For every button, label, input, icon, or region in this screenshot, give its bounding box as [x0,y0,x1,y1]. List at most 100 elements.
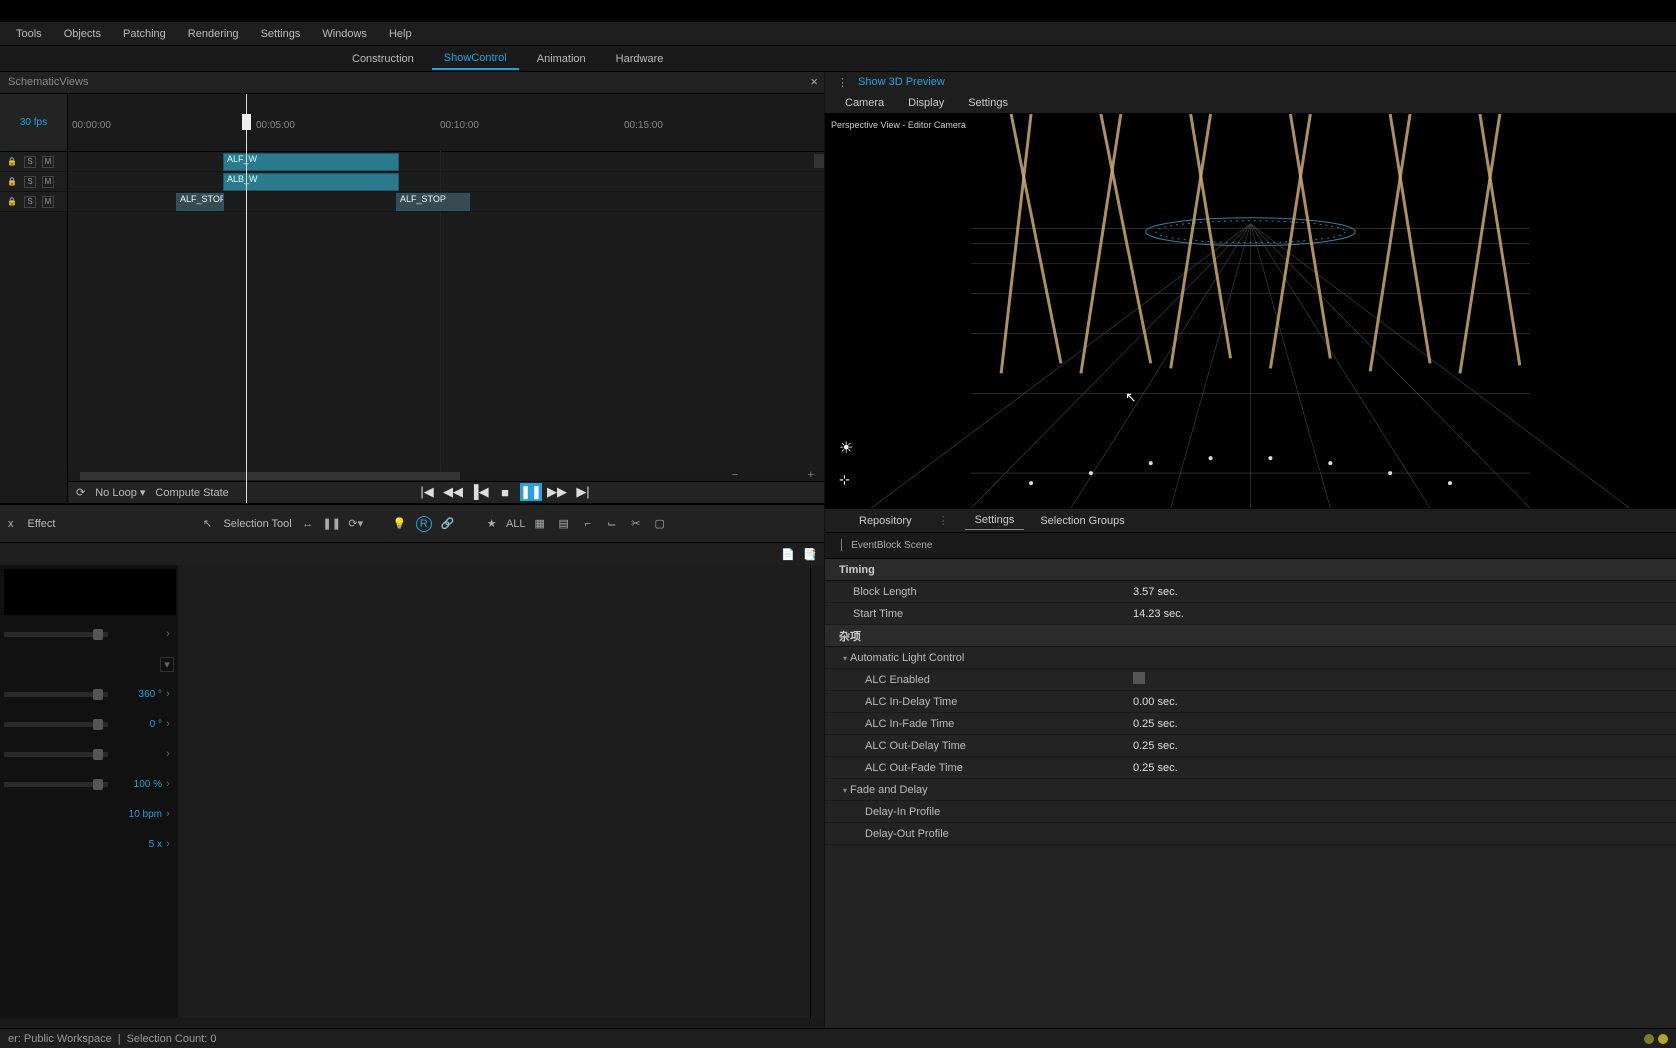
grid-icon[interactable]: ▦ [532,516,548,532]
prop-value[interactable]: 14.23 sec. [1125,608,1676,620]
goto-end-icon[interactable]: ▶| [572,483,594,501]
tab-selection-groups[interactable]: Selection Groups [1030,512,1134,530]
tab-construction[interactable]: Construction [340,49,426,69]
timeline-clip[interactable]: ALB_W [223,173,399,191]
section-timing[interactable]: Timing [825,559,1676,581]
loop-mode[interactable]: No Loop ▾ [95,486,145,499]
tab-animation[interactable]: Animation [525,49,598,69]
align-bottom-icon[interactable]: ⌙ [604,516,620,532]
lock-icon[interactable]: 🔒 [6,176,18,188]
compute-state[interactable]: Compute State [155,487,228,499]
slider-value[interactable]: 10 bpm [112,809,162,820]
solo-toggle[interactable]: S [24,176,36,188]
tab-stub[interactable]: x [8,518,14,530]
tab-repository[interactable]: Repository [849,512,922,530]
grid2-icon[interactable]: ▤ [556,516,572,532]
menu-objects[interactable]: Objects [54,25,111,43]
menu-settings[interactable]: Settings [251,25,311,43]
solo-toggle[interactable]: S [24,156,36,168]
mute-toggle[interactable]: M [42,176,54,188]
star-icon[interactable]: ★ [484,516,500,532]
crumb-item[interactable]: EventBlock Scene [851,540,932,551]
tab-prop-settings[interactable]: Settings [965,511,1025,530]
time-ruler[interactable]: 00:00:00 00:05:00 00:10:00 00:15:00 [68,94,824,152]
menu-windows[interactable]: Windows [312,25,377,43]
pause-icon[interactable]: ❚❚ [324,516,340,532]
timeline-clip[interactable]: ALF_STOP [396,193,470,211]
timeline-clip[interactable]: ALF_STOP [176,193,224,211]
v-scroll-handle[interactable] [814,154,824,168]
prop-label[interactable]: ▾Automatic Light Control [825,652,1125,664]
prop-value[interactable]: 0.25 sec. [1125,740,1676,752]
step-back-icon[interactable]: ▐◀ [468,483,490,501]
zoom-out-icon[interactable]: − [732,469,738,481]
align-top-icon[interactable]: ⌐ [580,516,596,532]
record-icon[interactable]: R [416,516,432,532]
menu-help[interactable]: Help [379,25,422,43]
slider-value[interactable]: 360 ° [112,689,162,700]
slider-value[interactable]: 5 x [112,839,162,850]
slider[interactable] [4,722,108,727]
mute-toggle[interactable]: M [42,196,54,208]
checkbox[interactable] [1133,672,1145,684]
tab-effect[interactable]: Effect [28,518,56,530]
tab-showcontrol[interactable]: ShowControl [432,48,519,70]
slider[interactable] [4,632,108,637]
prop-value[interactable]: 3.57 sec. [1125,586,1676,598]
timeline-clip[interactable]: ALF_W [223,153,399,171]
playhead-handle[interactable] [242,114,251,130]
menu-rendering[interactable]: Rendering [178,25,249,43]
menu-patching[interactable]: Patching [113,25,176,43]
sync-icon[interactable]: ⟳▾ [348,516,364,532]
rewind-icon[interactable]: ◀◀ [442,483,464,501]
square-icon[interactable]: ▢ [652,516,668,532]
lock-icon[interactable]: 🔒 [6,196,18,208]
loop-icon[interactable]: ⟳ [76,486,85,499]
mute-toggle[interactable]: M [42,156,54,168]
cut-icon[interactable]: ✂ [628,516,644,532]
h-scrollbar[interactable] [0,1018,824,1028]
solo-toggle[interactable]: S [24,196,36,208]
prop-label[interactable]: ▾Fade and Delay [825,784,1125,796]
forward-icon[interactable]: ▶▶ [546,483,568,501]
play-pause-icon[interactable]: ❚❚ [520,483,542,501]
close-icon[interactable]: × [810,74,818,89]
slider-value[interactable]: 0 ° [112,719,162,730]
section-misc[interactable]: 杂项 [825,625,1676,647]
tab-camera[interactable]: Camera [835,94,894,112]
tab-settings[interactable]: Settings [958,94,1018,112]
link-icon[interactable]: ⋮ [837,76,848,89]
selection-tool-label[interactable]: Selection Tool [223,518,291,530]
prop-value[interactable]: 0.25 sec. [1125,762,1676,774]
zoom-in-icon[interactable]: + [808,469,814,481]
copy-icon[interactable]: 📑 [802,546,818,562]
fps-label[interactable]: 30 fps [0,94,67,152]
v-scrollbar[interactable] [810,565,824,1028]
effect-canvas[interactable] [178,565,810,1028]
axes-icon[interactable]: ⊹ [839,472,850,488]
lock-icon[interactable]: 🔒 [6,156,18,168]
prop-value[interactable]: 0.00 sec. [1125,696,1676,708]
slider[interactable] [4,752,108,757]
link-icon[interactable]: 🔗 [440,516,456,532]
h-scrollbar[interactable] [68,471,824,481]
menu-tools[interactable]: Tools [6,25,52,43]
all-label[interactable]: ALL [508,516,524,532]
selection-tool-icon[interactable]: ↖ [199,516,215,532]
tab-hardware[interactable]: Hardware [604,49,676,69]
sun-icon[interactable]: ☀ [839,438,853,458]
move-tool-icon[interactable]: ↔ [300,516,316,532]
show-3d-link[interactable]: Show 3D Preview [858,76,945,88]
slider[interactable] [4,782,108,787]
slider-value[interactable]: 100 % [112,779,162,790]
light-icon[interactable]: 💡 [392,516,408,532]
goto-start-icon[interactable]: |◀ [416,483,438,501]
stop-icon[interactable]: ■ [494,483,516,501]
slider[interactable] [4,692,108,697]
doc-icon[interactable]: 📄 [780,546,796,562]
tab-display[interactable]: Display [898,94,954,112]
prop-value[interactable]: 0.25 sec. [1125,718,1676,730]
dropdown-icon[interactable]: ▾ [160,657,174,672]
timeline-body[interactable]: 00:00:00 00:05:00 00:10:00 00:15:00 ALF_… [68,94,824,503]
3d-viewport[interactable]: Perspective View - Editor Camera [825,114,1676,509]
